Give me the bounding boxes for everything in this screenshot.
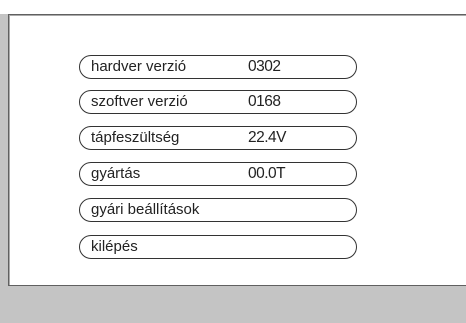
- menu-item-supply-voltage[interactable]: tápfeszültség 22.4V: [79, 126, 357, 150]
- exit-label: kilépés: [91, 238, 138, 255]
- hardware-version-label: hardver verzió: [91, 58, 187, 75]
- supply-voltage-value: 22.4V: [248, 129, 287, 146]
- software-version-value: 0168: [248, 93, 281, 110]
- top-strip: [0, 0, 466, 14]
- menu-item-exit[interactable]: kilépés: [79, 235, 357, 259]
- production-label: gyártás: [91, 165, 141, 182]
- menu-item-factory-settings[interactable]: gyári beállítások: [79, 198, 357, 222]
- menu-item-production[interactable]: gyártás 00.0T: [79, 162, 357, 186]
- menu-item-hardware-version[interactable]: hardver verzió 0302: [79, 55, 357, 79]
- hardware-version-value: 0302: [248, 58, 281, 75]
- supply-voltage-label: tápfeszültség: [91, 129, 180, 146]
- production-value: 00.0T: [248, 165, 286, 182]
- software-version-label: szoftver verzió: [91, 93, 188, 110]
- factory-settings-label: gyári beállítások: [91, 201, 200, 218]
- menu-item-software-version[interactable]: szoftver verzió 0168: [79, 90, 357, 114]
